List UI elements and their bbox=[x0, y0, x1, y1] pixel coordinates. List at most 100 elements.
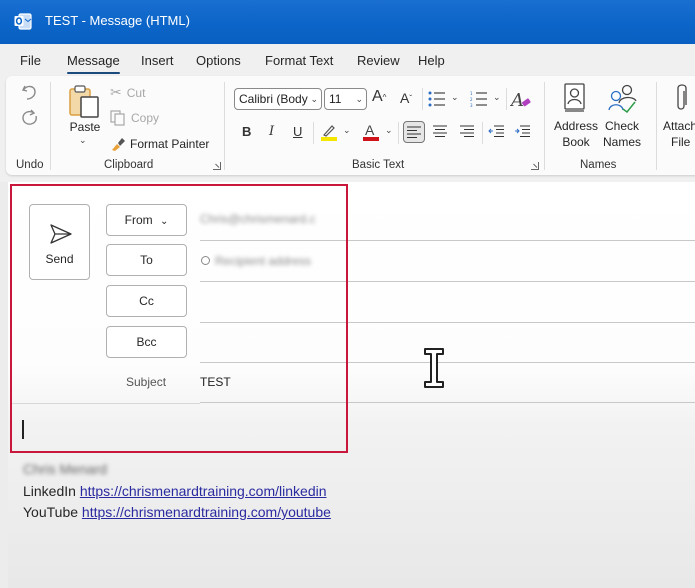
tab-format-text[interactable]: Format Text bbox=[265, 53, 333, 68]
attach-file-label-1: Attach bbox=[663, 119, 695, 133]
tab-help[interactable]: Help bbox=[418, 53, 445, 68]
numbering-dropdown-icon[interactable]: ⌄ bbox=[493, 92, 501, 103]
send-label: Send bbox=[45, 252, 74, 266]
left-edge bbox=[0, 182, 8, 588]
paste-button[interactable]: Paste bbox=[65, 119, 105, 135]
from-field[interactable]: Chris@chrismenard.c bbox=[200, 212, 316, 226]
bcc-button[interactable]: Bcc bbox=[106, 326, 187, 358]
check-names-label-2: Names bbox=[602, 135, 641, 149]
tab-message[interactable]: Message bbox=[67, 53, 120, 74]
tab-review[interactable]: Review bbox=[357, 53, 400, 68]
bullets-icon[interactable] bbox=[428, 91, 446, 107]
divider bbox=[200, 240, 695, 241]
copy-button[interactable]: Copy bbox=[110, 110, 159, 126]
ibeam-cursor-icon bbox=[424, 348, 444, 388]
format-painter-button[interactable]: Format Painter bbox=[110, 136, 209, 152]
align-left-button[interactable] bbox=[403, 121, 425, 143]
send-button[interactable]: Send bbox=[29, 204, 90, 280]
chevron-down-icon: ⌄ bbox=[355, 94, 363, 104]
signature-youtube-line: YouTube https://chrismenardtraining.com/… bbox=[23, 504, 331, 520]
check-names-button[interactable]: Check Names bbox=[600, 80, 644, 152]
increase-indent-icon[interactable] bbox=[514, 125, 530, 137]
signature-linkedin-line: LinkedIn https://chrismenardtraining.com… bbox=[23, 483, 327, 499]
font-name-select[interactable]: Calibri (Body ⌄ bbox=[234, 88, 322, 110]
bold-icon[interactable]: B bbox=[242, 124, 251, 139]
address-book-label-1: Address bbox=[554, 119, 599, 133]
attach-file-button[interactable]: Attach File ⌄ bbox=[660, 80, 695, 152]
to-button[interactable]: To bbox=[106, 244, 187, 276]
copy-label: Copy bbox=[131, 111, 160, 125]
numbering-icon[interactable]: 1 2 3 bbox=[470, 91, 488, 107]
undo-icon[interactable] bbox=[20, 82, 40, 102]
basic-text-group-label: Basic Text bbox=[352, 159, 405, 171]
names-group-label: Names bbox=[580, 159, 617, 171]
divider bbox=[313, 122, 314, 144]
cc-button[interactable]: Cc bbox=[106, 285, 187, 317]
svg-text:3: 3 bbox=[470, 103, 473, 107]
ribbon: Undo Paste ⌄ ✂ Cut Copy Format Painter C… bbox=[6, 76, 695, 175]
redo-icon[interactable] bbox=[20, 107, 40, 127]
font-color-icon[interactable]: A bbox=[362, 122, 380, 142]
chevron-down-icon: ⌄ bbox=[310, 94, 318, 104]
italic-icon[interactable]: I bbox=[269, 124, 274, 139]
paste-icon[interactable] bbox=[68, 83, 102, 119]
window-title: TEST - Message (HTML) bbox=[45, 13, 190, 28]
decrease-indent-icon[interactable] bbox=[488, 125, 504, 137]
send-icon bbox=[50, 224, 72, 244]
outlook-icon bbox=[14, 13, 32, 30]
highlight-dropdown-icon[interactable]: ⌄ bbox=[343, 125, 351, 136]
divider bbox=[224, 82, 225, 170]
check-names-label-1: Check bbox=[604, 119, 639, 133]
divider bbox=[200, 362, 695, 363]
address-book-button[interactable]: Address Book bbox=[554, 80, 598, 152]
clipboard-dialog-launcher-icon[interactable] bbox=[213, 162, 221, 170]
format-painter-label: Format Painter bbox=[130, 137, 210, 151]
align-center-icon[interactable] bbox=[433, 125, 447, 137]
svg-text:2: 2 bbox=[470, 97, 473, 102]
align-right-icon[interactable] bbox=[460, 125, 474, 137]
divider bbox=[200, 322, 695, 323]
paperclip-icon bbox=[677, 84, 687, 110]
underline-icon[interactable]: U bbox=[293, 124, 302, 139]
font-size-select[interactable]: 11 ⌄ bbox=[324, 88, 367, 110]
copy-icon bbox=[110, 110, 125, 126]
paste-dropdown-icon[interactable]: ⌄ bbox=[79, 135, 87, 146]
divider bbox=[482, 122, 483, 144]
clear-formatting-icon[interactable]: A bbox=[510, 88, 532, 110]
basic-text-dialog-launcher-icon[interactable] bbox=[531, 162, 539, 170]
subject-field[interactable]: TEST bbox=[200, 375, 231, 389]
svg-text:A: A bbox=[510, 90, 524, 110]
clipboard-group-label: Clipboard bbox=[104, 159, 154, 171]
address-book-label-2: Book bbox=[562, 135, 590, 149]
tab-insert[interactable]: Insert bbox=[141, 53, 174, 68]
linkedin-label: LinkedIn bbox=[23, 483, 76, 499]
cut-button[interactable]: ✂ Cut bbox=[110, 84, 145, 101]
divider bbox=[200, 281, 695, 282]
font-size-value: 11 bbox=[329, 92, 342, 106]
divider bbox=[398, 122, 399, 144]
scissors-icon: ✂ bbox=[110, 84, 122, 100]
youtube-link[interactable]: https://chrismenardtraining.com/youtube bbox=[82, 504, 331, 520]
font-color-dropdown-icon[interactable]: ⌄ bbox=[385, 125, 393, 136]
ribbon-tabs: File Message Insert Options Format Text … bbox=[0, 44, 695, 76]
tab-file[interactable]: File bbox=[20, 53, 41, 68]
address-book-icon bbox=[564, 83, 585, 112]
to-field[interactable]: Recipient address bbox=[215, 254, 311, 268]
youtube-label: YouTube bbox=[23, 504, 79, 520]
align-left-icon bbox=[407, 126, 421, 138]
tab-options[interactable]: Options bbox=[196, 53, 241, 68]
increase-font-size-icon[interactable]: A ^ bbox=[372, 88, 386, 106]
undo-group-label: Undo bbox=[16, 159, 44, 171]
from-button[interactable]: From ⌄ bbox=[106, 204, 187, 236]
decrease-font-size-icon[interactable]: Aˇ bbox=[400, 90, 412, 106]
divider bbox=[12, 403, 200, 404]
divider bbox=[506, 88, 507, 110]
title-bar: TEST - Message (HTML) bbox=[0, 0, 695, 44]
presence-icon bbox=[201, 256, 210, 265]
bullets-dropdown-icon[interactable]: ⌄ bbox=[451, 92, 459, 103]
highlighter-icon[interactable] bbox=[320, 123, 338, 141]
linkedin-link[interactable]: https://chrismenardtraining.com/linkedin bbox=[80, 483, 327, 499]
divider bbox=[200, 402, 695, 403]
signature-name: Chris Menard bbox=[23, 461, 108, 477]
svg-text:1: 1 bbox=[470, 91, 473, 96]
